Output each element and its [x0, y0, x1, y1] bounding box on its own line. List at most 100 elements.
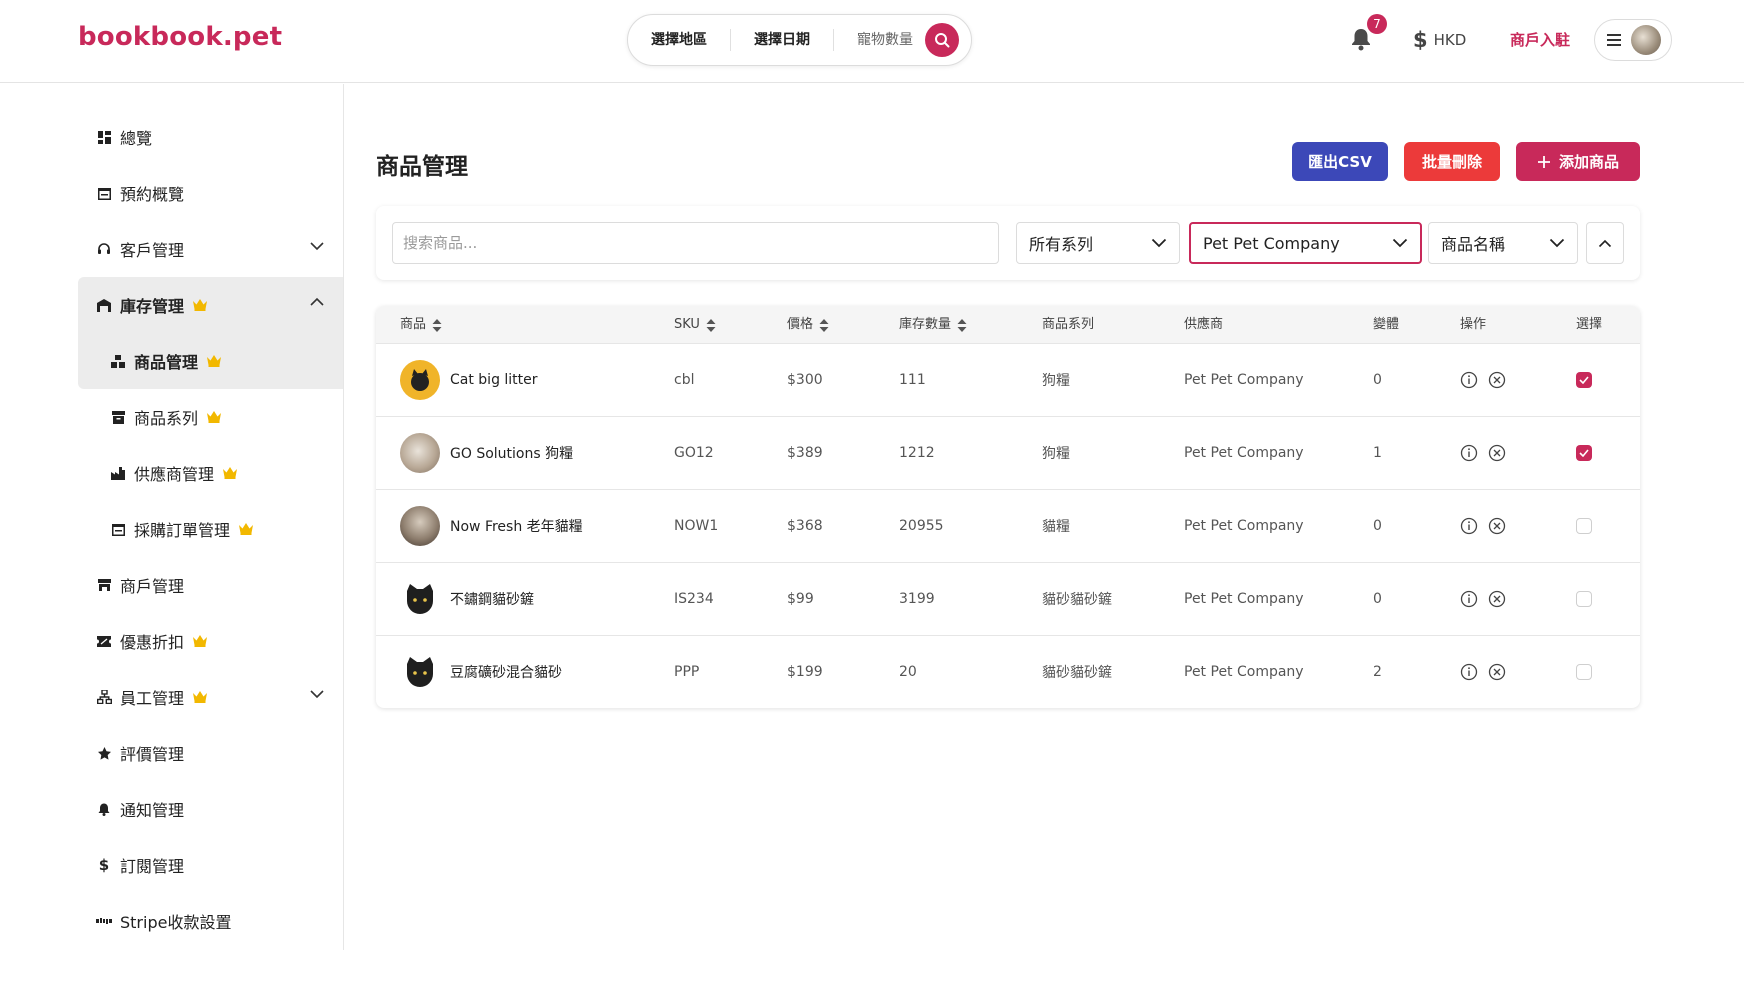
delete-icon[interactable]: [1488, 590, 1506, 608]
sidebar-item-purchase-orders[interactable]: 採購訂單管理: [78, 501, 343, 557]
supplier-select[interactable]: Pet Pet Company: [1189, 222, 1422, 264]
sidebar-item-label: Stripe收款設置: [120, 913, 232, 932]
sidebar-item-stripe-settings[interactable]: Stripe收款設置: [78, 893, 343, 949]
delete-icon[interactable]: [1488, 517, 1506, 535]
delete-icon[interactable]: [1488, 444, 1506, 462]
delete-icon[interactable]: [1488, 663, 1506, 681]
table-row[interactable]: GO Solutions 狗糧 GO12 $389 1212 狗糧 Pet Pe…: [376, 417, 1640, 490]
search-area-selector[interactable]: 選擇地區: [628, 29, 731, 51]
column-header-price[interactable]: 價格: [787, 306, 829, 344]
sidebar-item-label: 庫存管理: [120, 297, 185, 316]
sidebar-item-inventory[interactable]: 庫存管理: [78, 277, 343, 333]
org-icon: [96, 689, 112, 705]
series-cell: 狗糧: [1042, 373, 1070, 389]
product-thumbnail: [400, 360, 440, 400]
search-button[interactable]: [925, 23, 959, 57]
sidebar-item-merchants[interactable]: 商戶管理: [78, 557, 343, 613]
sku-cell: cbl: [674, 372, 695, 388]
product-cell[interactable]: 豆腐礦砂混合貓砂: [400, 636, 562, 708]
variants-cell: 1: [1373, 445, 1382, 461]
variants-cell: 0: [1373, 518, 1382, 534]
chevron-down-icon: [310, 690, 324, 699]
sidebar-item-label: 通知管理: [120, 801, 185, 820]
sort-field-select[interactable]: 商品名稱: [1428, 222, 1578, 264]
premium-crown-icon: [222, 464, 238, 483]
export-csv-button[interactable]: 匯出CSV: [1292, 142, 1388, 181]
actions-cell: [1460, 636, 1506, 708]
stock-cell: 20955: [899, 518, 944, 534]
search-date-selector[interactable]: 選擇日期: [731, 29, 834, 51]
column-header-stock[interactable]: 庫存數量: [899, 306, 967, 344]
table-row[interactable]: Cat big litter cbl $300 111 狗糧 Pet Pet C…: [376, 344, 1640, 417]
user-menu-button[interactable]: [1594, 19, 1672, 61]
table-row[interactable]: 不鏽鋼貓砂鏟 IS234 $99 3199 貓砂貓砂鏟 Pet Pet Comp…: [376, 563, 1640, 636]
product-cell[interactable]: Cat big litter: [400, 344, 538, 416]
column-header-product[interactable]: 商品: [400, 306, 442, 344]
chevron-down-icon: [310, 242, 324, 251]
price-cell: $300: [787, 372, 823, 388]
sidebar-item-label: 訂閱管理: [120, 857, 185, 876]
product-cell[interactable]: 不鏽鋼貓砂鏟: [400, 563, 534, 635]
product-search-input[interactable]: [392, 222, 999, 264]
products-table: 商品 SKU 價格 庫存數量 商品系列 供應商 變體 操作 選擇 Cat big…: [376, 306, 1640, 708]
row-select-checkbox[interactable]: [1576, 591, 1592, 607]
info-icon[interactable]: [1460, 517, 1478, 535]
row-select-checkbox[interactable]: [1576, 518, 1592, 534]
info-icon[interactable]: [1460, 371, 1478, 389]
product-cell[interactable]: Now Fresh 老年貓糧: [400, 490, 583, 562]
row-select-checkbox[interactable]: [1576, 445, 1592, 461]
sidebar-item-staff[interactable]: 員工管理: [78, 669, 343, 725]
sidebar-item-suppliers[interactable]: 供應商管理: [78, 445, 343, 501]
brand-logo[interactable]: bookbook.pet: [78, 22, 282, 52]
merchant-signup-link[interactable]: 商戶入駐: [1510, 29, 1570, 50]
sidebar-item-overview[interactable]: 總覽: [78, 109, 343, 165]
stock-cell: 1212: [899, 445, 935, 461]
sidebar-item-discounts[interactable]: 優惠折扣: [78, 613, 343, 669]
sidebar-item-reviews[interactable]: 評價管理: [78, 725, 343, 781]
product-name: Now Fresh 老年貓糧: [450, 519, 583, 535]
warehouse-icon: [96, 297, 112, 313]
add-product-button[interactable]: 添加商品: [1516, 142, 1640, 181]
sidebar-item-label: 員工管理: [120, 689, 185, 708]
column-header-sku[interactable]: SKU: [674, 306, 716, 344]
delete-icon[interactable]: [1488, 371, 1506, 389]
bulk-delete-button[interactable]: 批量刪除: [1404, 142, 1500, 181]
actions-cell: [1460, 563, 1506, 635]
info-icon[interactable]: [1460, 590, 1478, 608]
product-cell[interactable]: GO Solutions 狗糧: [400, 417, 573, 489]
sidebar-item-notifications[interactable]: 通知管理: [78, 781, 343, 837]
row-select-checkbox[interactable]: [1576, 372, 1592, 388]
currency-selector[interactable]: $ HKD: [1413, 28, 1466, 52]
dashboard-icon: [96, 129, 112, 145]
sidebar-item-bookings[interactable]: 預約概覽: [78, 165, 343, 221]
stock-cell: 3199: [899, 591, 935, 607]
sidebar-item-subscriptions[interactable]: $ 訂閱管理: [78, 837, 343, 893]
sidebar-item-customers[interactable]: 客戶管理: [78, 221, 343, 277]
column-header-label: 價格: [787, 317, 814, 332]
variants-cell: 0: [1373, 591, 1382, 607]
sidebar-item-label: 總覽: [120, 129, 153, 148]
series-select[interactable]: 所有系列: [1016, 222, 1180, 264]
sort-direction-toggle[interactable]: [1586, 222, 1624, 264]
info-icon[interactable]: [1460, 444, 1478, 462]
premium-crown-icon: [238, 520, 254, 539]
column-header-label: SKU: [674, 317, 700, 332]
plus-icon: [1537, 155, 1550, 168]
sidebar-item-product-series[interactable]: 商品系列: [78, 389, 343, 445]
table-row[interactable]: Now Fresh 老年貓糧 NOW1 $368 20955 貓糧 Pet Pe…: [376, 490, 1640, 563]
headset-icon: [96, 241, 112, 257]
sidebar-item-label: 預約概覽: [120, 185, 185, 204]
store-icon: [96, 577, 112, 593]
row-select-checkbox[interactable]: [1576, 664, 1592, 680]
column-header-series: 商品系列: [1042, 317, 1095, 332]
series-cell: 貓砂貓砂鏟: [1042, 665, 1112, 681]
dollar-icon: $: [98, 856, 110, 874]
price-cell: $99: [787, 591, 814, 607]
select-cell: [1576, 490, 1592, 562]
search-pets-selector[interactable]: 寵物數量: [834, 29, 925, 51]
supplier-cell: Pet Pet Company: [1184, 445, 1304, 461]
column-header-actions: 操作: [1460, 317, 1487, 332]
table-row[interactable]: 豆腐礦砂混合貓砂 PPP $199 20 貓砂貓砂鏟 Pet Pet Compa…: [376, 636, 1640, 708]
info-icon[interactable]: [1460, 663, 1478, 681]
sidebar-item-products[interactable]: 商品管理: [78, 333, 343, 389]
